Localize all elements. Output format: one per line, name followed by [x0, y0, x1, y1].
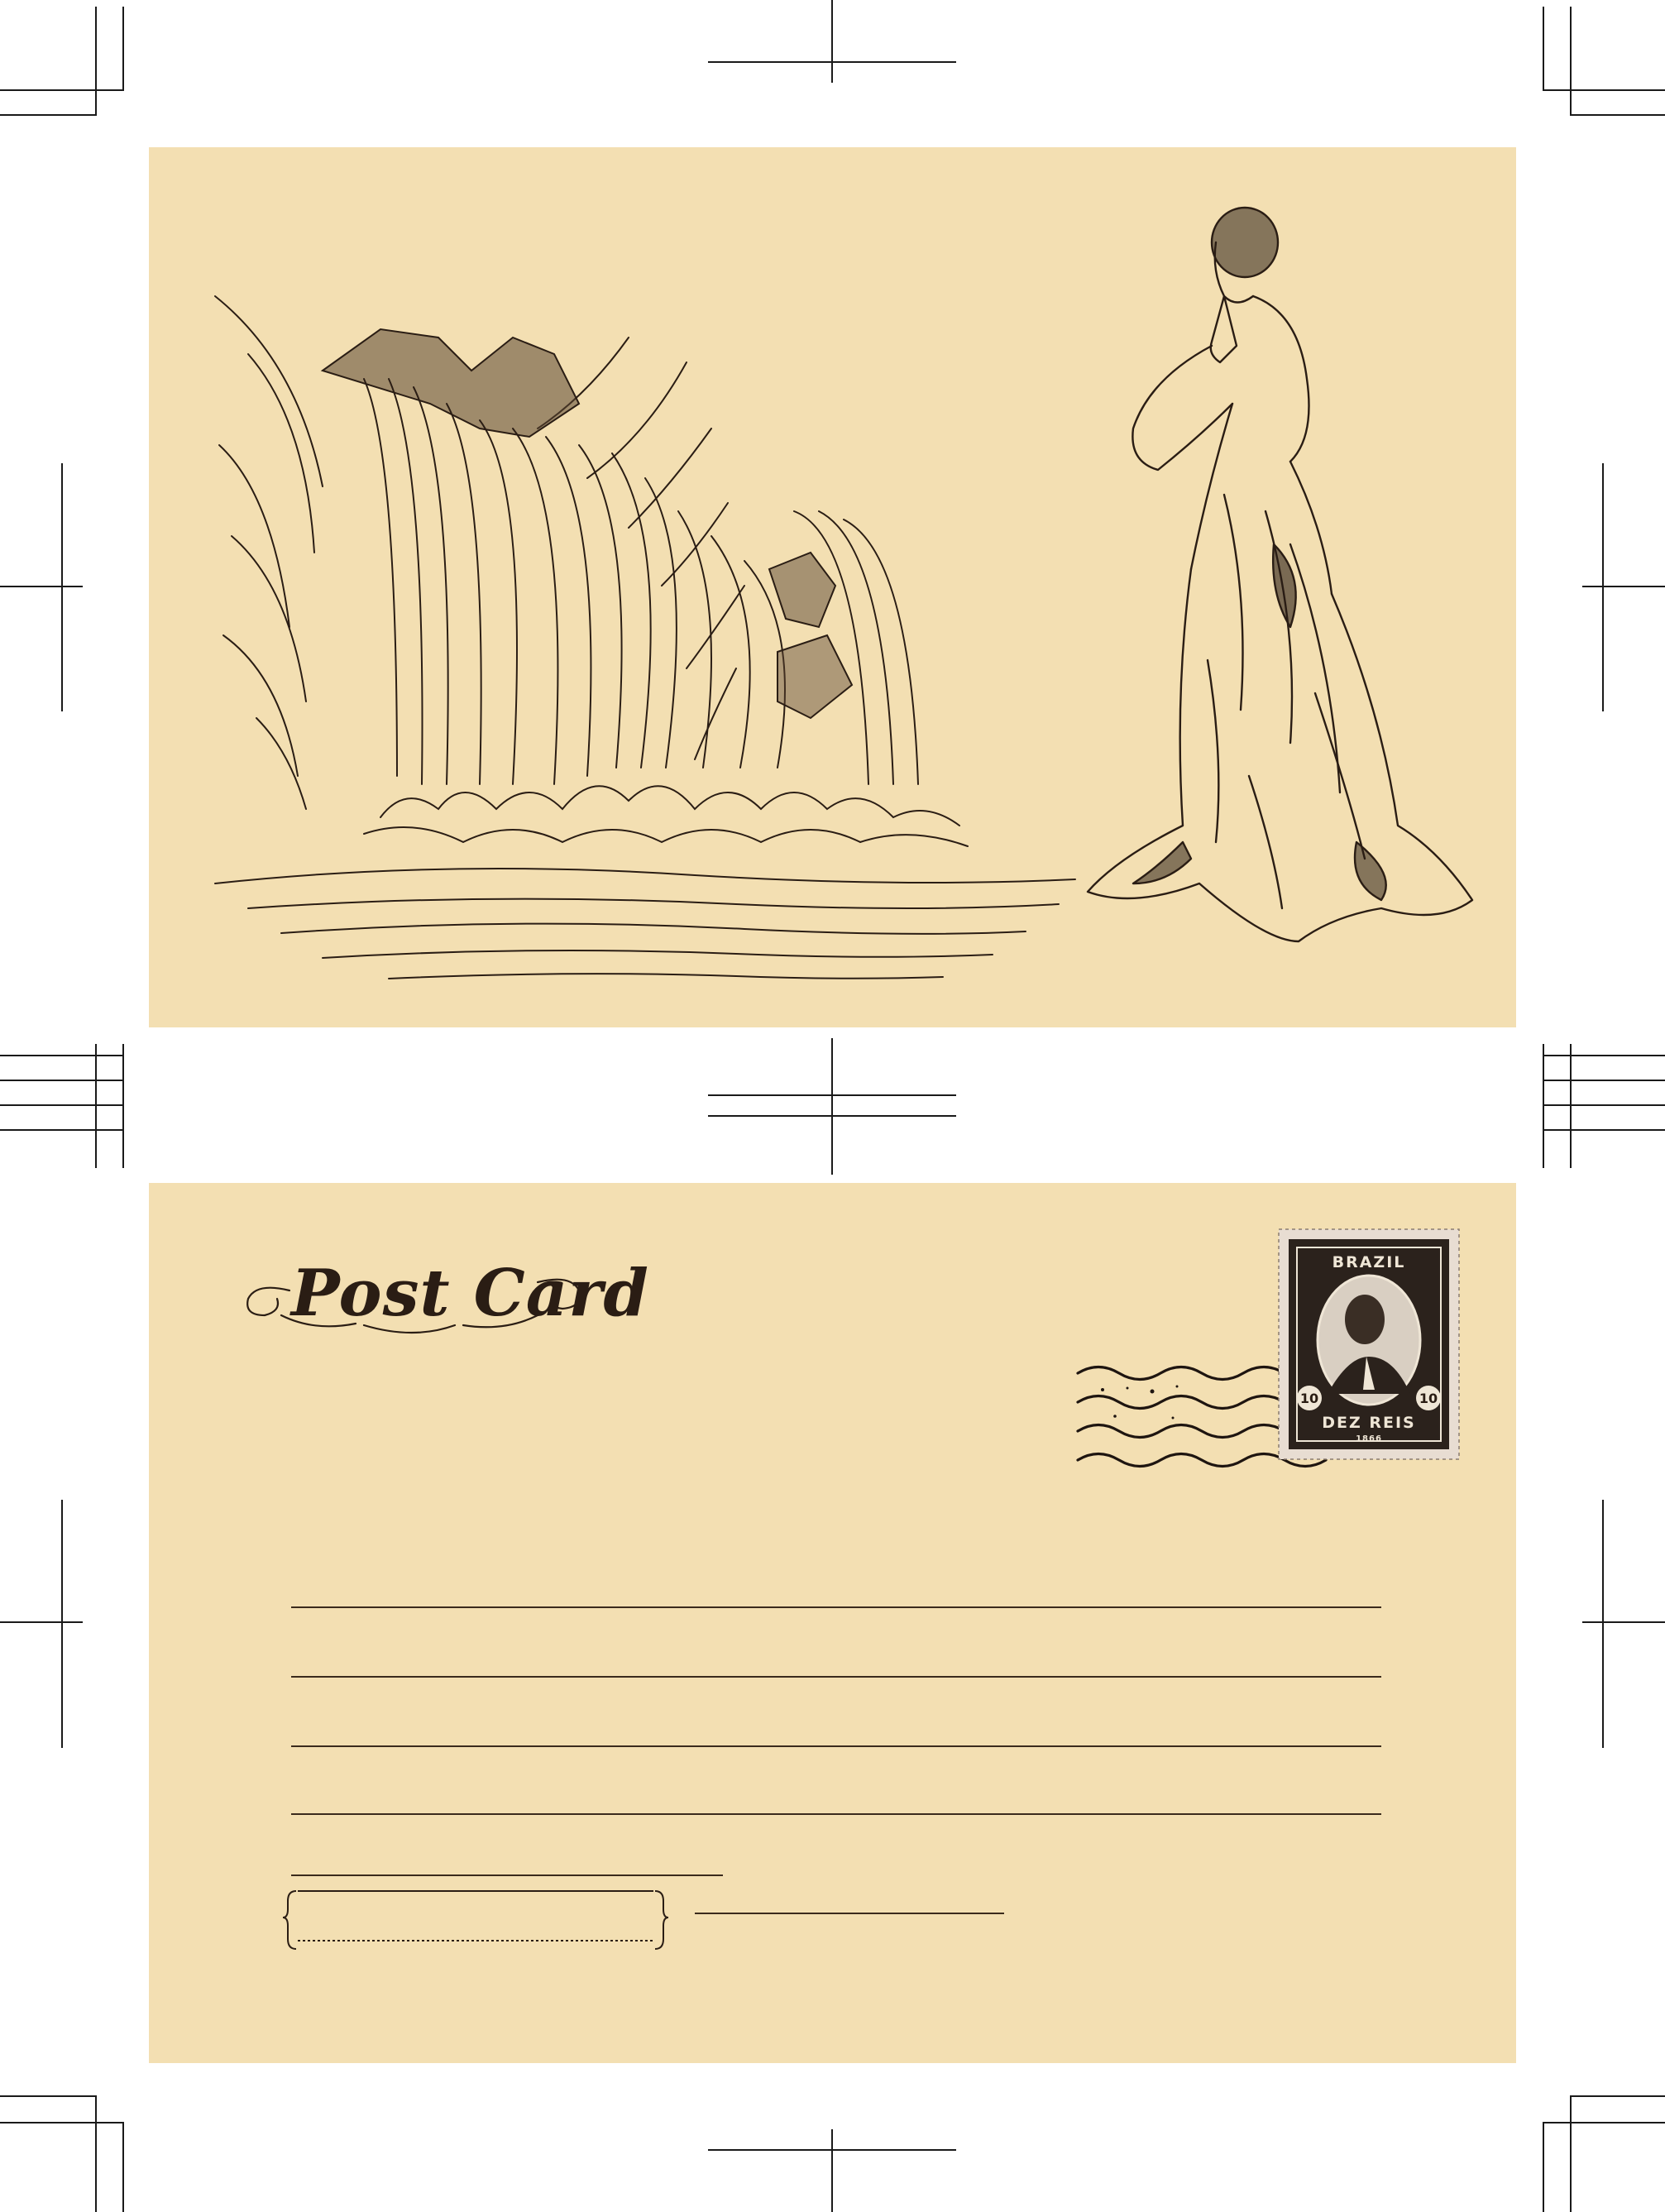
address-line: [291, 1676, 1381, 1678]
crop-mark: [1582, 1621, 1665, 1623]
crop-mark: [1543, 1080, 1665, 1081]
crop-mark: [1572, 2095, 1665, 2097]
crop-mark: [831, 2129, 833, 2212]
crop-mark: [1582, 586, 1665, 587]
postcard-logo: Post Card: [240, 1224, 648, 1357]
crop-mark: [95, 7, 97, 116]
crop-mark: [0, 1621, 83, 1623]
crop-mark: [1543, 2122, 1544, 2212]
postal-code-box: [282, 1890, 669, 1950]
crop-mark: [0, 1129, 122, 1131]
praying-woman-illustration: [1086, 206, 1474, 943]
crop-mark: [1602, 463, 1604, 711]
crop-mark: [122, 1044, 124, 1168]
crop-mark: [1543, 1104, 1665, 1106]
crop-mark: [1543, 7, 1544, 91]
crop-mark: [61, 463, 63, 711]
crop-mark: [1570, 1044, 1572, 1168]
crop-mark: [0, 2095, 95, 2097]
crop-mark: [1570, 7, 1572, 116]
postcard-back: Post Card 10 10 BRAZIL DEZ REIS 1866: [149, 1183, 1516, 2063]
crop-mark: [0, 2122, 122, 2123]
postage-stamp: 10 10 BRAZIL DEZ REIS 1866: [1274, 1224, 1464, 1467]
crop-mark: [1543, 1044, 1544, 1168]
crop-mark: [122, 2122, 124, 2212]
postcard-front: [149, 147, 1516, 1027]
crop-mark: [0, 586, 83, 587]
crop-mark: [95, 2095, 97, 2212]
crop-mark: [122, 7, 124, 91]
stamp-value: DEZ REIS: [1322, 1414, 1416, 1432]
crop-mark: [0, 1080, 122, 1081]
address-line: [291, 1813, 1381, 1815]
postcard-title: Post Card: [291, 1256, 649, 1331]
stamp-year: 1866: [1356, 1434, 1382, 1444]
crop-mark: [0, 1104, 122, 1106]
crop-mark: [1543, 1055, 1665, 1056]
stamp-denomination-left: 10: [1300, 1391, 1318, 1406]
crop-mark: [1543, 1129, 1665, 1131]
crop-mark: [1572, 114, 1665, 116]
crop-mark: [1570, 2095, 1572, 2212]
address-line: [291, 1874, 723, 1876]
crop-mark: [1602, 1500, 1604, 1748]
crop-mark: [61, 1500, 63, 1748]
crop-mark: [831, 1038, 833, 1175]
crop-mark: [0, 1055, 122, 1056]
address-line: [291, 1606, 1381, 1608]
stamp-country: BRAZIL: [1332, 1253, 1406, 1271]
crop-mark: [95, 1044, 97, 1168]
waterfall-illustration: [214, 295, 1076, 979]
crop-mark: [1543, 2122, 1665, 2123]
crop-mark: [0, 114, 95, 116]
address-line: [291, 1745, 1381, 1747]
crop-mark: [831, 0, 833, 83]
crop-mark: [1543, 89, 1665, 91]
stamp-denomination-right: 10: [1419, 1391, 1438, 1406]
address-line: [695, 1913, 1004, 1914]
crop-mark: [0, 89, 122, 91]
